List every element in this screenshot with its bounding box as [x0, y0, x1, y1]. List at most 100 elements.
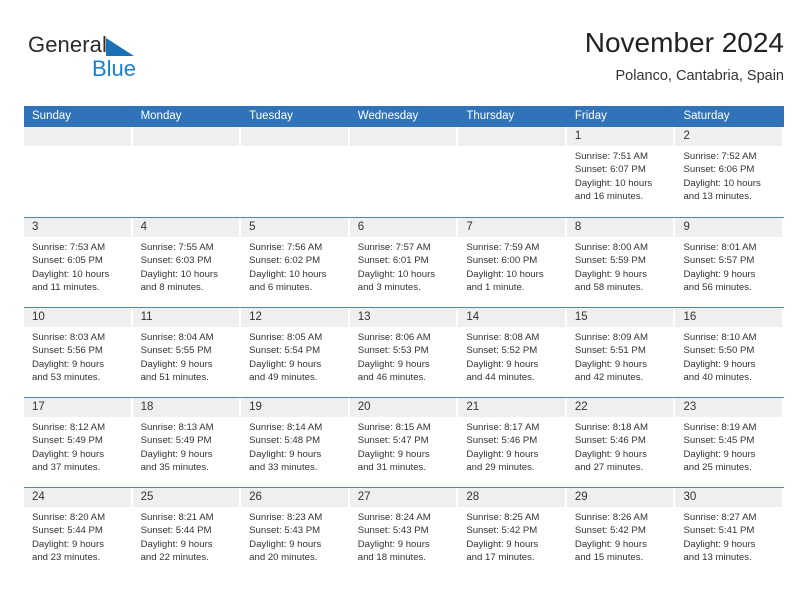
- daylight-text-line2: and 11 minutes.: [32, 282, 100, 294]
- day-number-band: 24: [24, 488, 131, 507]
- calendar-day-cell[interactable]: 23 Sunrise: 8:19 AM Sunset: 5:45 PM Dayligh…: [675, 398, 784, 487]
- calendar-day-cell[interactable]: 5 Sunrise: 7:56 AM Sunset: 6:02 PM Daylight…: [241, 218, 350, 307]
- sunset-text: Sunset: 5:50 PM: [683, 345, 755, 357]
- sunrise-text: Sunrise: 8:03 AM: [32, 332, 106, 343]
- day-details: Sunrise: 8:10 AM Sunset: 5:50 PM Daylight:…: [675, 327, 784, 385]
- day-details: Sunrise: 8:06 AM Sunset: 5:53 PM Daylight:…: [350, 327, 459, 385]
- daylight-text-line1: Daylight: 9 hours: [574, 448, 647, 460]
- calendar-day-cell[interactable]: 24 Sunrise: 8:20 AM Sunset: 5:44 PM Dayligh…: [24, 488, 133, 577]
- calendar-day-cell[interactable]: 27 Sunrise: 8:24 AM Sunset: 5:43 PM Dayligh…: [349, 488, 459, 577]
- day-details: Sunrise: 8:15 AM Sunset: 5:47 PM Daylight:…: [350, 417, 459, 475]
- day-number-band: 28: [458, 488, 565, 507]
- logo-triangle-icon: [106, 38, 134, 56]
- calendar-day-cell[interactable]: 17 Sunrise: 8:12 AM Sunset: 5:49 PM Dayligh…: [24, 398, 133, 487]
- day-number: 18: [140, 401, 154, 413]
- day-number: 5: [249, 221, 256, 233]
- calendar-day-cell[interactable]: 7 Sunrise: 7:59 AM Sunset: 6:00 PM Daylight…: [458, 218, 567, 307]
- day-number-band: 3: [24, 218, 131, 237]
- daylight-text-line2: and 42 minutes.: [574, 372, 644, 384]
- calendar-day-cell[interactable]: 14 Sunrise: 8:08 AM Sunset: 5:52 PM Dayligh…: [458, 308, 567, 397]
- calendar-day-cell[interactable]: 18 Sunrise: 8:13 AM Sunset: 5:49 PM Dayligh…: [132, 398, 242, 487]
- sunrise-text: Sunrise: 8:19 AM: [683, 422, 757, 433]
- daylight-text-line1: Daylight: 9 hours: [683, 268, 756, 280]
- calendar-day-cell[interactable]: 10 Sunrise: 8:03 AM Sunset: 5:56 PM Dayligh…: [24, 308, 133, 397]
- calendar-day-cell[interactable]: 12 Sunrise: 8:05 AM Sunset: 5:54 PM Dayligh…: [241, 308, 350, 397]
- calendar-day-cell[interactable]: 15 Sunrise: 8:09 AM Sunset: 5:51 PM Dayligh…: [566, 308, 676, 397]
- sunrise-text: Sunrise: 8:20 AM: [32, 512, 106, 523]
- day-number: 23: [683, 401, 697, 413]
- day-number: 22: [574, 401, 588, 413]
- calendar-weeks: 1 Sunrise: 7:51 AM Sunset: 6:07 PM Daylight…: [24, 127, 784, 577]
- daylight-text-line2: and 17 minutes.: [466, 552, 535, 564]
- calendar-day-cell[interactable]: 21 Sunrise: 8:17 AM Sunset: 5:46 PM Dayligh…: [458, 398, 567, 487]
- day-number-band: 27: [349, 488, 457, 507]
- sunset-text: Sunset: 6:07 PM: [574, 164, 646, 176]
- weekday-header-sunday: Sunday: [32, 110, 72, 122]
- daylight-text-line1: Daylight: 9 hours: [32, 448, 104, 460]
- general-blue-logo[interactable]: General Blue: [28, 32, 158, 88]
- calendar-day-cell[interactable]: 16 Sunrise: 8:10 AM Sunset: 5:50 PM Dayligh…: [675, 308, 784, 397]
- day-number: 21: [466, 401, 480, 413]
- calendar-day-cell[interactable]: 20 Sunrise: 8:15 AM Sunset: 5:47 PM Dayligh…: [349, 398, 459, 487]
- day-details: Sunrise: 7:59 AM Sunset: 6:00 PM Daylight:…: [458, 237, 567, 295]
- daylight-text-line2: and 3 minutes.: [357, 282, 421, 294]
- calendar-grid: Sunday Monday Tuesday Wednesday Thursday Frid…: [24, 106, 784, 591]
- calendar-day-cell[interactable]: 28 Sunrise: 8:25 AM Sunset: 5:42 PM Dayligh…: [458, 488, 567, 577]
- day-number-band: 29: [566, 488, 674, 507]
- sunset-text: Sunset: 5:45 PM: [683, 435, 755, 447]
- calendar-day-cell[interactable]: 3 Sunrise: 7:53 AM Sunset: 6:05 PM Daylight…: [24, 218, 133, 307]
- calendar-day-cell[interactable]: 22 Sunrise: 8:18 AM Sunset: 5:46 PM Dayligh…: [566, 398, 676, 487]
- daylight-text-line1: Daylight: 10 hours: [249, 268, 327, 280]
- calendar-day-cell[interactable]: 8 Sunrise: 8:00 AM Sunset: 5:59 PM Daylight…: [566, 218, 676, 307]
- day-details: [24, 146, 133, 150]
- day-number: 13: [357, 311, 371, 323]
- daylight-text-line2: and 35 minutes.: [140, 462, 209, 474]
- calendar-day-cell[interactable]: 11 Sunrise: 8:04 AM Sunset: 5:55 PM Dayligh…: [132, 308, 242, 397]
- daylight-text-line1: Daylight: 9 hours: [466, 448, 539, 460]
- calendar-day-cell[interactable]: 2 Sunrise: 7:52 AM Sunset: 6:06 PM Daylight…: [675, 127, 784, 217]
- day-number-band: 23: [675, 398, 783, 417]
- day-number: 2: [683, 130, 690, 142]
- day-number: 24: [32, 491, 45, 503]
- calendar-day-cell[interactable]: 4 Sunrise: 7:55 AM Sunset: 6:03 PM Daylight…: [132, 218, 242, 307]
- logo-text-general: General: [28, 32, 107, 57]
- calendar-day-cell[interactable]: 26 Sunrise: 8:23 AM Sunset: 5:43 PM Dayligh…: [241, 488, 350, 577]
- sunrise-text: Sunrise: 7:56 AM: [249, 242, 323, 253]
- sunset-text: Sunset: 5:46 PM: [466, 435, 538, 447]
- daylight-text-line2: and 18 minutes.: [357, 552, 427, 564]
- calendar-day-cell[interactable]: 29 Sunrise: 8:26 AM Sunset: 5:42 PM Dayligh…: [566, 488, 676, 577]
- day-number-band: 9: [675, 218, 783, 237]
- sunset-text: Sunset: 6:05 PM: [32, 255, 103, 267]
- daylight-text-line2: and 27 minutes.: [574, 462, 644, 474]
- calendar-day-cell[interactable]: 25 Sunrise: 8:21 AM Sunset: 5:44 PM Dayligh…: [132, 488, 242, 577]
- day-number-band: 2: [675, 127, 783, 146]
- day-number: 16: [683, 311, 697, 323]
- calendar-day-cell[interactable]: 9 Sunrise: 8:01 AM Sunset: 5:57 PM Daylight…: [675, 218, 784, 307]
- calendar-day-cell[interactable]: 13 Sunrise: 8:06 AM Sunset: 5:53 PM Dayligh…: [349, 308, 459, 397]
- day-number: 7: [466, 221, 473, 233]
- sunset-text: Sunset: 5:47 PM: [357, 435, 429, 447]
- calendar-day-cell[interactable]: 19 Sunrise: 8:14 AM Sunset: 5:48 PM Dayligh…: [241, 398, 350, 487]
- day-number-band: 26: [241, 488, 348, 507]
- calendar-day-cell[interactable]: 1 Sunrise: 7:51 AM Sunset: 6:07 PM Daylight…: [566, 127, 676, 217]
- day-details: Sunrise: 7:51 AM Sunset: 6:07 PM Daylight:…: [567, 146, 676, 204]
- sunset-text: Sunset: 5:42 PM: [466, 525, 538, 537]
- day-number-band: 13: [349, 308, 457, 327]
- calendar-day-cell[interactable]: 6 Sunrise: 7:57 AM Sunset: 6:01 PM Daylight…: [349, 218, 459, 307]
- sunrise-text: Sunrise: 8:27 AM: [683, 512, 757, 523]
- daylight-text-line2: and 44 minutes.: [466, 372, 535, 384]
- sunset-text: Sunset: 5:41 PM: [683, 525, 755, 537]
- day-number-band: [349, 127, 457, 146]
- daylight-text-line2: and 16 minutes.: [574, 191, 644, 203]
- sunrise-text: Sunrise: 8:10 AM: [683, 332, 757, 343]
- day-number-band: [24, 127, 131, 146]
- calendar-week-row: 1 Sunrise: 7:51 AM Sunset: 6:07 PM Daylight…: [24, 127, 784, 217]
- day-number: 15: [574, 311, 588, 323]
- day-number: 25: [140, 491, 154, 503]
- daylight-text-line2: and 8 minutes.: [140, 282, 204, 294]
- day-details: Sunrise: 8:20 AM Sunset: 5:44 PM Daylight:…: [24, 507, 133, 565]
- day-number-band: 19: [241, 398, 348, 417]
- sunset-text: Sunset: 5:48 PM: [249, 435, 321, 447]
- calendar-day-cell[interactable]: 30 Sunrise: 8:27 AM Sunset: 5:41 PM Dayligh…: [675, 488, 784, 577]
- daylight-text-line2: and 29 minutes.: [466, 462, 535, 474]
